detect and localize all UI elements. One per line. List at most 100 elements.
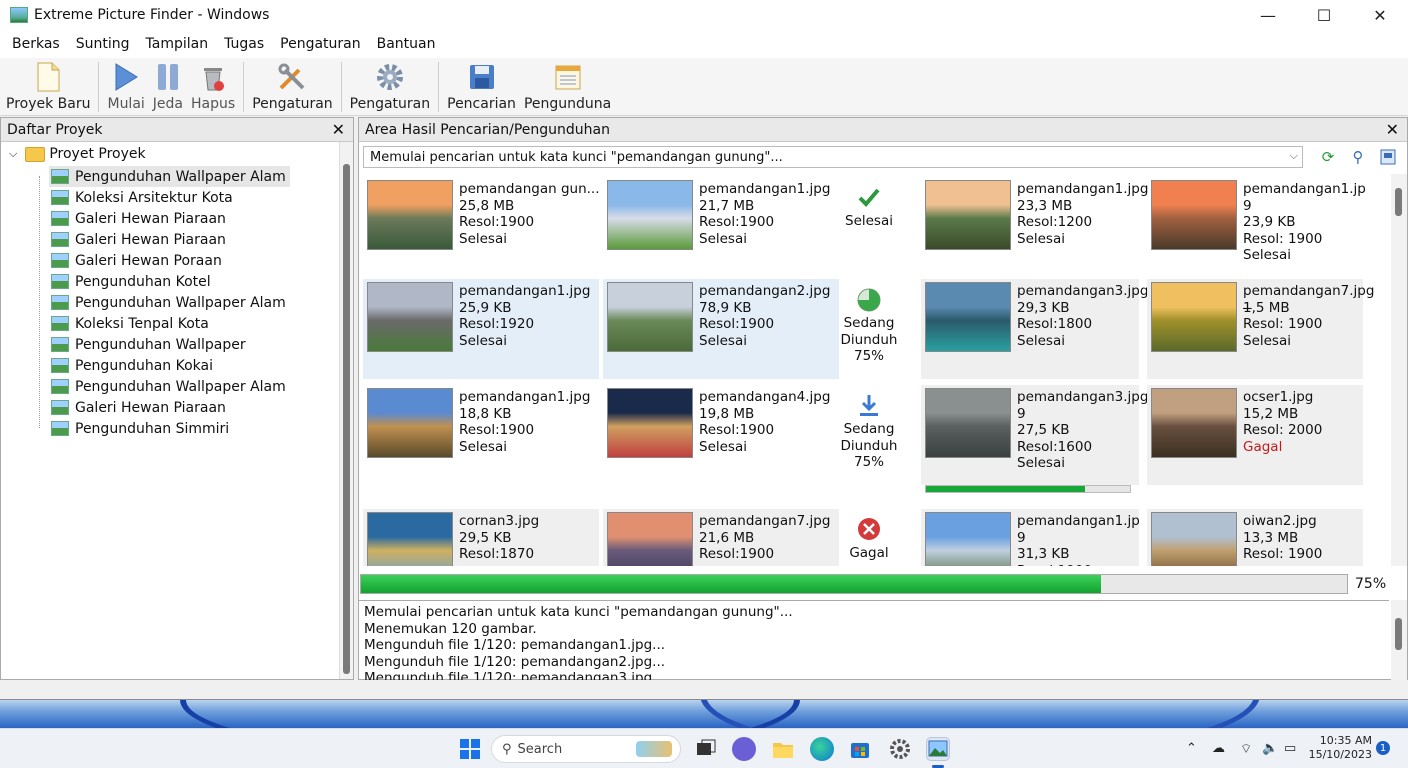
menu-pengaturan[interactable]: Pengaturan [272, 36, 368, 52]
project-tree-item[interactable]: Galeri Hewan Poraan [49, 250, 290, 271]
result-card[interactable]: pemandangan1.jpg 21,7 MB Resol:1900 Selesai [603, 177, 839, 277]
clock[interactable]: 10:35 AM 15/10/2023 [1309, 734, 1372, 762]
result-thumbnail[interactable] [607, 282, 693, 352]
tools-settings-button[interactable]: Pengaturan [248, 58, 336, 112]
project-tree-item[interactable]: Pengunduhan Simmiri [49, 418, 290, 439]
battery-icon[interactable]: ▭ [1284, 741, 1296, 756]
tree-root[interactable]: ⌵ Proyet Proyek [9, 146, 146, 162]
pause-button[interactable]: Jeda [149, 58, 187, 112]
close-panel-button[interactable]: ✕ [332, 120, 345, 139]
result-card[interactable]: pemandangan1.jp 931,3 KBResol:1900 [921, 509, 1140, 566]
result-thumbnail[interactable] [607, 388, 693, 458]
result-thumbnail[interactable] [1151, 512, 1237, 566]
result-thumbnail[interactable] [367, 282, 453, 352]
result-thumbnail[interactable] [925, 388, 1011, 458]
menu-sunting[interactable]: Sunting [68, 36, 138, 52]
scrollbar-thumb[interactable] [1395, 188, 1402, 216]
downloader-button[interactable]: Pengunduna [520, 58, 615, 112]
settings-gear-icon[interactable] [888, 737, 912, 761]
result-card[interactable]: pemandangan1.jpg 23,3 MB Resol:1200 Selesai [921, 177, 1148, 277]
store-icon[interactable] [848, 737, 872, 761]
search-status-combobox[interactable]: Memulai pencarian untuk kata kunci "pema… [363, 146, 1303, 168]
refresh-icon[interactable]: ⟳ [1317, 146, 1339, 168]
result-thumbnail[interactable] [367, 388, 453, 458]
result-card[interactable]: pemandangan1.jp 9 23,9 KB Resol: 1900 Seles… [1147, 177, 1366, 277]
result-card[interactable]: pemandangan2.jpg 78,9 KB Resol:1900 Selesai [603, 279, 839, 379]
project-tree-item[interactable]: Koleksi Arsitektur Kota [49, 187, 290, 208]
edge-browser-icon[interactable] [810, 737, 834, 761]
start-icon[interactable] [458, 737, 482, 761]
log-line: Mengunduh file 1/120: pemandangan3.jpg..… [364, 670, 666, 680]
wifi-icon[interactable]: ⌔ [1240, 741, 1252, 757]
result-card[interactable]: pemandangan gun... 25,8 MB Resol:1900 Seles… [363, 177, 600, 277]
project-tree-item[interactable]: Pengunduhan Wallpaper Alam [49, 292, 290, 313]
result-card[interactable]: cornan3.jpg 29,5 KB Resol:1870 [363, 509, 599, 566]
result-card[interactable]: pemandangan7.jpg 1̶,5 MB Resol: 1900 Selesa… [1147, 279, 1374, 379]
project-tree-item[interactable]: Galeri Hewan Piaraan [49, 397, 290, 418]
close-button[interactable]: ✕ [1352, 0, 1408, 30]
result-card[interactable]: pemandangan7.jpg 21,6 MB Resol:1900 [603, 509, 839, 566]
close-results-button[interactable]: ✕ [1386, 120, 1399, 139]
maximize-button[interactable]: ☐ [1296, 0, 1352, 30]
result-card[interactable]: pemandangan3.jpg 9 27,5 KB Resol:1600 Seles… [921, 385, 1148, 493]
project-tree-item[interactable]: Galeri Hewan Piaraan [49, 229, 290, 250]
scrollbar-thumb[interactable] [343, 164, 350, 674]
result-res: Resol:1900 [699, 422, 775, 438]
minimize-button[interactable]: — [1240, 0, 1296, 30]
result-thumbnail[interactable] [1151, 180, 1237, 250]
start-button[interactable]: Mulai [103, 58, 148, 112]
result-size: 15,2 MB [1243, 405, 1299, 422]
project-tree-item[interactable]: Pengunduhan Kokai [49, 355, 290, 376]
chevron-down-icon[interactable]: ⌵ [1290, 149, 1298, 163]
menu-berkas[interactable]: Berkas [4, 36, 68, 52]
file-explorer-icon[interactable] [771, 737, 795, 761]
cloud-icon[interactable]: ☁ [1212, 741, 1225, 756]
result-thumbnail[interactable] [1151, 282, 1237, 352]
delete-button[interactable]: Hapus [187, 58, 239, 112]
project-tree-item[interactable]: Pengunduhan Wallpaper [49, 334, 290, 355]
calendar-list-icon [553, 62, 583, 92]
result-thumbnail[interactable] [607, 512, 693, 566]
results-header: Area Hasil Pencarian/Pengunduhan ✕ [359, 118, 1407, 142]
result-card[interactable]: pemandangan1.jpg 25,9 KB Resol:1920 Selesai [363, 279, 599, 379]
result-details: pemandangan3.jpg 9 27,5 KB Resol:1600 Seles… [1017, 389, 1148, 472]
project-tree-item[interactable]: Koleksi Tenpal Kota [49, 313, 290, 334]
settings-button[interactable]: Pengaturan [346, 58, 434, 112]
new-project-button[interactable]: Proyek Baru [2, 58, 94, 112]
result-thumbnail[interactable] [1151, 388, 1237, 458]
result-thumbnail[interactable] [367, 512, 453, 566]
result-thumbnail[interactable] [925, 512, 1011, 566]
picture-finder-taskbar-icon[interactable] [926, 737, 950, 761]
menu-tampilan[interactable]: Tampilan [138, 36, 217, 52]
log-scrollbar[interactable] [1391, 600, 1407, 680]
project-tree-item[interactable]: Galeri Hewan Piaraan [49, 208, 290, 229]
result-card[interactable]: pemandangan1.jpg 18,8 KB Resol:1900 Selesai [363, 385, 599, 485]
result-thumbnail[interactable] [367, 180, 453, 250]
chat-icon[interactable] [732, 737, 756, 761]
task-view-icon[interactable] [694, 737, 718, 761]
result-card[interactable]: pemandangan3.jpg 29,3 KB Resol:1800 Selesai [921, 279, 1148, 379]
volume-icon[interactable]: 🔈 [1262, 741, 1278, 756]
chevron-up-icon[interactable]: ⌃ [1186, 741, 1197, 756]
image-project-icon [51, 169, 69, 184]
search-button[interactable]: Pencarian [443, 58, 520, 112]
project-list-scrollbar[interactable] [339, 142, 353, 679]
project-tree-item[interactable]: Pengunduhan Wallpaper Alam [49, 376, 290, 397]
chevron-down-icon[interactable]: ⌵ [9, 147, 17, 161]
result-thumbnail[interactable] [607, 180, 693, 250]
notification-badge[interactable]: 1 [1376, 741, 1390, 755]
result-thumbnail[interactable] [925, 282, 1011, 352]
search-icon[interactable]: ⚲ [1347, 146, 1369, 168]
result-card[interactable]: oiwan2.jpg 13,3 MB Resol: 1900 [1147, 509, 1363, 566]
project-tree-item[interactable]: Pengunduhan Wallpaper Alam [49, 166, 290, 187]
view-toggle-icon[interactable] [1377, 146, 1399, 168]
result-card[interactable]: pemandangan4.jpg 19,8 MB Resol:1900 Selesai [603, 385, 839, 485]
taskbar-search[interactable]: ⚲ Search [491, 735, 681, 763]
menu-tugas[interactable]: Tugas [216, 36, 272, 52]
results-scrollbar[interactable] [1391, 174, 1407, 566]
result-card[interactable]: ocser1.jpg 15,2 MB Resol: 2000 Gagal [1147, 385, 1363, 485]
menu-bantuan[interactable]: Bantuan [369, 36, 444, 52]
project-tree-item[interactable]: Pengunduhan Kotel [49, 271, 290, 292]
scrollbar-thumb[interactable] [1395, 618, 1402, 650]
result-thumbnail[interactable] [925, 180, 1011, 250]
